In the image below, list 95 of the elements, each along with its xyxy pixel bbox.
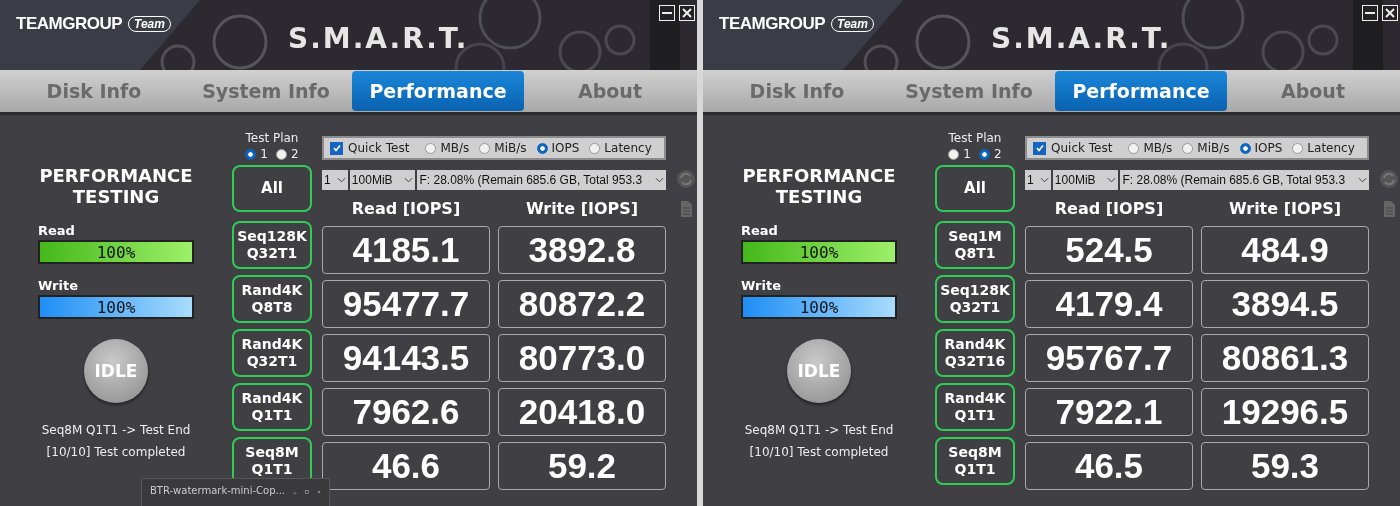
test-button[interactable]: Seq1M Q8T1: [935, 221, 1015, 269]
run-all-button[interactable]: All: [232, 165, 312, 212]
write-value: 80872.2: [498, 280, 666, 328]
refresh-icon[interactable]: [676, 169, 696, 189]
brand-logo-text: TEAMGROUP: [16, 14, 122, 34]
unit-radio[interactable]: MiB/s: [1182, 141, 1230, 155]
read-value: 46.6: [322, 442, 490, 490]
quick-test-checkbox[interactable]: Quick Test: [1033, 141, 1113, 155]
progress-reading: 100%: [96, 297, 136, 317]
test-plan-radio[interactable]: 1: [948, 147, 971, 161]
document-icon[interactable]: [678, 199, 694, 219]
popup-title: BTR-watermark-mini-Cop...: [150, 485, 286, 496]
dropdown[interactable]: 100MiB: [1052, 170, 1119, 190]
test-button[interactable]: Seq128K Q32T1: [935, 275, 1015, 323]
read-value: 46.5: [1025, 442, 1193, 490]
quick-test-checkbox[interactable]: Quick Test: [330, 141, 410, 155]
status-text: Seq8M Q1T1 -> Test End: [41, 423, 191, 437]
test-plan-radio[interactable]: 2: [979, 147, 1002, 161]
minimize-icon[interactable]: [659, 5, 675, 21]
tab[interactable]: Performance: [352, 71, 524, 111]
close-icon[interactable]: [1382, 5, 1398, 21]
dropdown[interactable]: F: 28.08% (Remain 685.6 GB, Total 953.3: [1120, 170, 1369, 190]
test-button[interactable]: Seq128K Q32T1: [232, 221, 312, 269]
write-value: 59.3: [1201, 442, 1369, 490]
meter-label: Write: [38, 278, 78, 293]
check-icon: [1034, 143, 1045, 153]
dropdown[interactable]: 1: [1025, 170, 1051, 190]
unit-radio[interactable]: IOPS: [536, 141, 580, 155]
status-text: [10/10] Test completed: [749, 445, 889, 459]
section-heading: PERFORMANCE TESTING: [741, 165, 897, 207]
read-value: 4179.4: [1025, 280, 1193, 328]
write-value: 20418.0: [498, 388, 666, 436]
write-value: 484.9: [1201, 226, 1369, 274]
column-header: Read [IOPS]: [350, 198, 462, 218]
write-value: 19296.5: [1201, 388, 1369, 436]
test-button[interactable]: Rand4K Q32T1: [232, 329, 312, 377]
read-value: 94143.5: [322, 334, 490, 382]
check-icon: [331, 143, 342, 153]
write-value: 3894.5: [1201, 280, 1369, 328]
write-value: 59.2: [498, 442, 666, 490]
test-button[interactable]: Rand4K Q1T1: [935, 383, 1015, 431]
column-header: Write [IOPS]: [524, 198, 640, 218]
test-plan-label: Test Plan: [948, 131, 1002, 145]
brand-logo-text: TEAMGROUP: [719, 14, 825, 34]
column-header: Read [IOPS]: [1053, 198, 1165, 218]
section-heading: PERFORMANCE TESTING: [38, 165, 194, 207]
app-title: S.M.A.R.T.: [288, 22, 469, 55]
read-value: 95477.7: [322, 280, 490, 328]
tab[interactable]: Performance: [1055, 71, 1227, 111]
test-button[interactable]: Rand4K Q8T8: [232, 275, 312, 323]
status-text: [10/10] Test completed: [46, 445, 186, 459]
run-all-button[interactable]: All: [935, 165, 1015, 212]
progress-reading: 100%: [799, 297, 839, 317]
close-icon[interactable]: [679, 5, 695, 21]
caret-icon: [1039, 177, 1049, 183]
read-value: 7962.6: [322, 388, 490, 436]
document-icon[interactable]: [1381, 199, 1397, 219]
test-button[interactable]: Rand4K Q1T1: [232, 383, 312, 431]
read-value: 524.5: [1025, 226, 1193, 274]
write-value: 3892.8: [498, 226, 666, 274]
unit-radio[interactable]: MB/s: [425, 141, 470, 155]
unit-radio[interactable]: IOPS: [1239, 141, 1283, 155]
minimize-icon[interactable]: [1362, 5, 1378, 21]
unit-radio[interactable]: MiB/s: [479, 141, 527, 155]
maximize-icon[interactable]: [305, 487, 309, 497]
unit-radio[interactable]: Latency: [1292, 141, 1355, 155]
progress-reading: 100%: [799, 242, 839, 262]
caret-icon: [1358, 177, 1367, 183]
write-value: 80861.3: [1201, 334, 1369, 382]
app-title: S.M.A.R.T.: [991, 22, 1172, 55]
status-text: Seq8M Q1T1 -> Test End: [744, 423, 894, 437]
progress-reading: 100%: [96, 242, 136, 262]
read-value: 4185.1: [322, 226, 490, 274]
column-header: Write [IOPS]: [1227, 198, 1343, 218]
write-value: 80773.0: [498, 334, 666, 382]
unit-radio[interactable]: MB/s: [1128, 141, 1173, 155]
caret-icon: [404, 177, 414, 183]
dropdown[interactable]: 1: [322, 170, 348, 190]
test-button[interactable]: Seq8M Q1T1: [935, 437, 1015, 485]
test-plan-radio[interactable]: 1: [245, 147, 268, 161]
read-value: 7922.1: [1025, 388, 1193, 436]
meter-label: Read: [741, 223, 778, 238]
meter-label: Read: [38, 223, 75, 238]
caret-icon: [336, 177, 346, 183]
meter-label: Write: [741, 278, 781, 293]
dropdown[interactable]: 100MiB: [349, 170, 416, 190]
caret-icon: [1107, 177, 1117, 183]
test-button[interactable]: Rand4K Q32T16: [935, 329, 1015, 377]
unit-radio[interactable]: Latency: [589, 141, 652, 155]
test-plan-label: Test Plan: [245, 131, 299, 145]
dropdown[interactable]: F: 28.08% (Remain 685.6 GB, Total 953.3: [417, 170, 666, 190]
test-plan-radio[interactable]: 2: [276, 147, 299, 161]
caret-icon: [655, 177, 664, 183]
read-value: 95767.7: [1025, 334, 1193, 382]
refresh-icon[interactable]: [1379, 169, 1399, 189]
